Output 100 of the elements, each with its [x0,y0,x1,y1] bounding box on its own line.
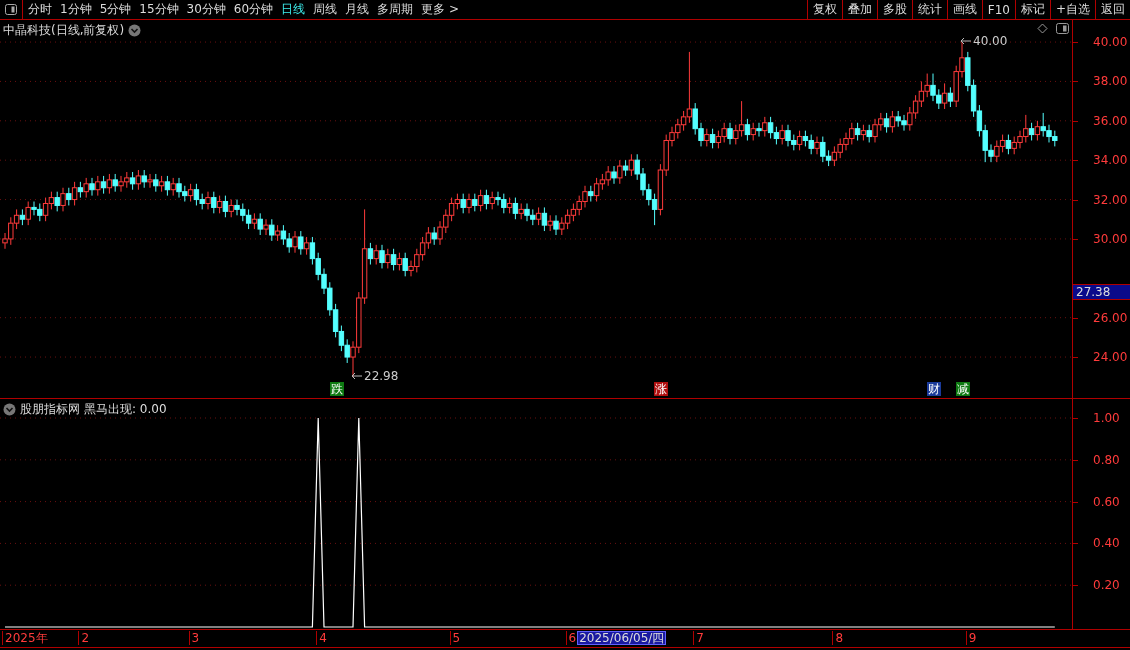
candlestick [298,230,304,256]
time-label: 6 [565,631,577,645]
current-price-label: 27.38 [1073,283,1130,300]
period-tab[interactable]: 分时 [28,1,52,18]
axis-label: 26.00 [1093,310,1128,325]
candlestick [756,122,762,138]
candlestick [477,189,484,212]
candlestick [483,189,490,210]
price-label: 22.98 [364,369,399,384]
event-badge[interactable]: 跌 [329,382,344,396]
candlestick [106,173,113,195]
time-label: 3 [188,631,200,645]
candlestick [385,248,391,269]
dropdown-icon[interactable] [128,24,142,37]
candlestick [814,136,820,155]
period-tab[interactable]: 多周期 [377,1,414,18]
candlestick [25,201,31,226]
event-badge[interactable]: 涨 [654,382,669,396]
period-tab[interactable]: 30分钟 [186,1,226,18]
candlestick [257,212,263,236]
candlestick [54,191,60,212]
candlestick [727,122,733,145]
axis-label: 0.80 [1093,452,1120,467]
candlestick [83,177,89,199]
axis-label: 0.40 [1093,536,1120,551]
time-label: 5 [449,631,461,645]
candlestick [617,159,623,185]
candlestick [402,252,408,277]
event-badge[interactable]: 财 [927,382,941,396]
time-label: 8 [832,631,844,645]
candlestick [628,153,635,177]
time-label: 2 [78,631,90,645]
period-tab[interactable]: 5分钟 [99,1,132,18]
candlestick [89,177,95,197]
candlestick [883,112,890,134]
candlestick [379,244,385,269]
candlestick [373,244,379,266]
panel-toggle-icon[interactable] [5,4,17,15]
leader-arrow-icon [960,37,972,46]
time-label: 7 [693,631,704,645]
panel-toggle-icon[interactable] [1056,23,1069,34]
time-label: 9 [965,631,977,645]
candlestick [553,214,559,236]
candlestick [796,130,803,151]
period-tab[interactable]: 周线 [313,1,338,18]
candlestick [95,175,101,197]
indicator-name: 股朋指标网 [20,401,80,418]
candlestick [744,118,751,141]
candlestick [390,248,397,271]
candlestick [222,195,229,218]
candlestick [60,187,66,212]
axis-label: 40.00 [1093,35,1128,50]
candlestick [611,165,617,185]
candlestick [147,173,153,189]
axis-label: 34.00 [1093,153,1128,168]
dropdown-icon[interactable] [3,403,16,416]
candlestick [164,175,171,197]
indicator-reading: 黑马出现: 0.00 [84,401,167,418]
leader-arrow-icon [351,372,363,381]
candlestick [889,110,896,134]
period-tab[interactable]: 15分钟 [139,1,179,18]
axis-label: 30.00 [1093,231,1128,246]
axis-label: 0.60 [1093,494,1120,509]
candlestick [541,206,548,232]
candlestick [762,116,768,138]
event-badge[interactable]: 减 [956,382,970,396]
axis-label: 1.00 [1093,411,1120,425]
period-tab[interactable]: 1分钟 [60,1,92,18]
candlestick [466,193,472,214]
candlestick [205,191,211,210]
axis-label: 36.00 [1093,113,1128,128]
price-label: 40.00 [973,34,1008,49]
candlestick [512,197,519,220]
candlestick [947,86,954,108]
period-tab[interactable]: 60分钟 [233,1,274,18]
axis-label: 24.00 [1093,350,1128,365]
candlestick [709,128,716,149]
candlestick [292,230,298,254]
candlestick [71,181,78,206]
period-tab[interactable]: 月线 [345,1,370,18]
time-label: 2025年 [2,631,48,645]
candlestick [1005,134,1012,155]
cursor-date-label: 2025/06/05/四 [577,631,667,645]
candlestick [367,242,374,266]
candlestick [941,82,948,110]
candlestick [135,169,142,191]
axis-label: 38.00 [1093,74,1128,89]
candlestick [1034,120,1041,141]
axis-label: 0.20 [1093,578,1120,593]
candlestick [779,124,785,145]
candlestick [263,218,269,236]
period-tab[interactable]: 更多 > [421,1,459,18]
candlestick [460,193,466,214]
candlestick [269,218,275,242]
candlestick [211,191,217,214]
period-tab[interactable]: 日线 [281,1,306,18]
time-label: 4 [316,631,327,645]
chart-title: 中晶科技(日线,前复权) [3,22,125,39]
diamond-icon[interactable] [1037,23,1048,34]
axis-label: 32.00 [1093,192,1128,207]
